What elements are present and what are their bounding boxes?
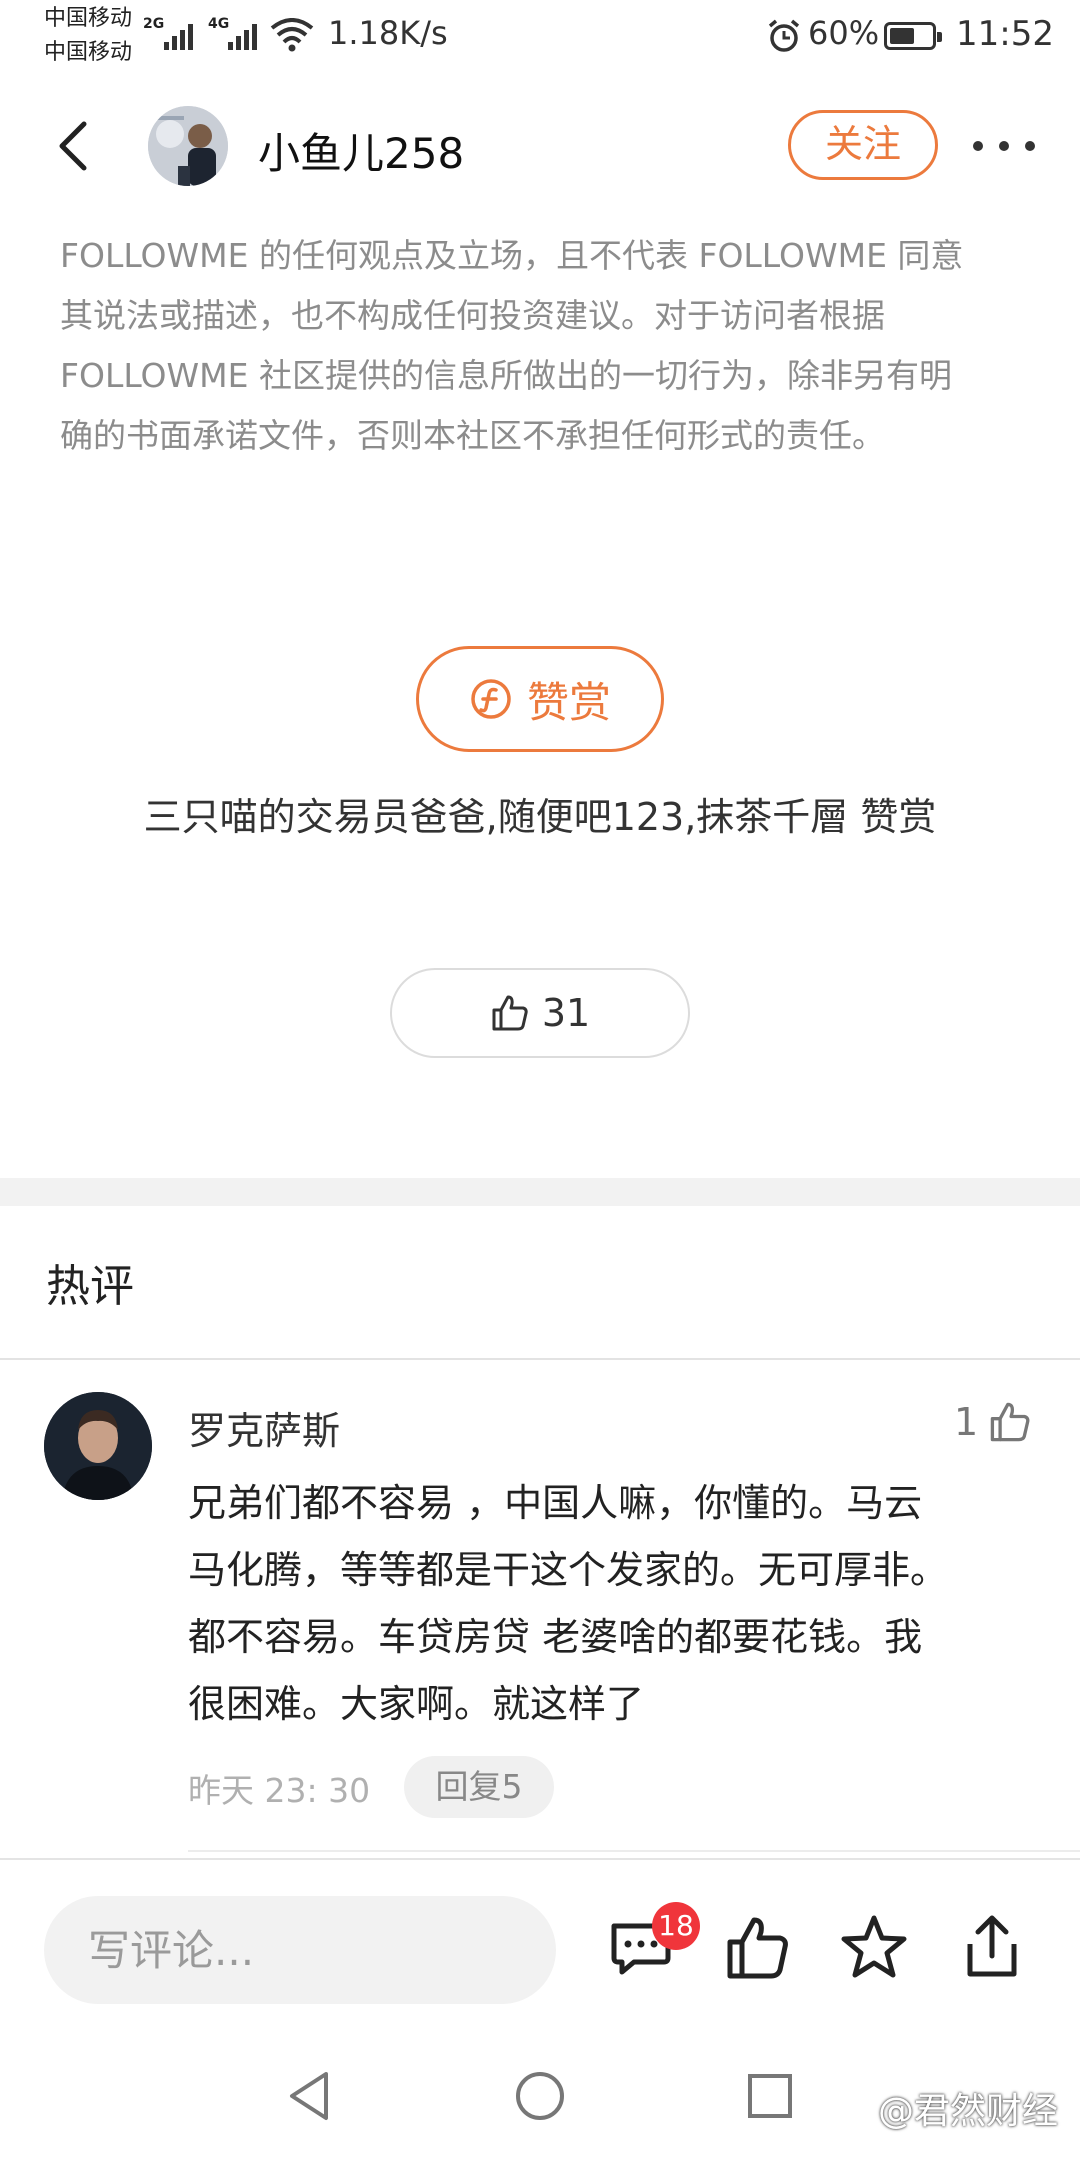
- battery-icon: [884, 22, 942, 50]
- nav-back-button[interactable]: [280, 2066, 340, 2126]
- battery-percent: 60%: [808, 14, 880, 52]
- nav-home-button[interactable]: [510, 2066, 570, 2126]
- tip-users-text: 三只喵的交易员爸爸,随便吧123,抹茶千層 赞赏: [143, 795, 937, 839]
- comment-time: 昨天 23: 30: [188, 1771, 371, 1810]
- comment-line: 都不容易。车贷房贷 老婆啥的都要花钱。我: [188, 1615, 923, 1659]
- disclaimer-text: FOLLOWME 的任何观点及立场，且不代表 FOLLOWME 同意 其说法或描…: [60, 226, 1030, 466]
- follow-button[interactable]: 关注: [788, 110, 938, 180]
- like-button[interactable]: 31: [390, 968, 690, 1058]
- nav-recent-icon: [748, 2074, 792, 2118]
- tip-button[interactable]: 赞赏: [416, 646, 664, 752]
- section-divider: [0, 1178, 1080, 1206]
- comment-line: 兄弟们都不容易 ，中国人嘛，你懂的。马云: [188, 1481, 923, 1525]
- disclaimer-line: FOLLOWME 的任何观点及立场，且不代表 FOLLOWME 同意: [60, 236, 964, 275]
- comment-like-count: 1: [954, 1400, 979, 1444]
- like-count: 31: [541, 991, 591, 1035]
- disclaimer-line: 其说法或描述，也不构成任何投资建议。对于访问者根据: [60, 296, 885, 335]
- alarm-icon: [768, 19, 800, 52]
- comment-avatar[interactable]: [44, 1392, 152, 1500]
- nav-recent-button[interactable]: [740, 2066, 800, 2126]
- bottom-action-bar: 18: [0, 1858, 1080, 2020]
- status-bar: 中国移动 中国移动 2G 4G 1.18K/s 60% 11:52: [0, 0, 1080, 72]
- comment-input[interactable]: [44, 1896, 556, 2004]
- disclaimer-line: 确的书面承诺文件，否则本社区不承担任何形式的责任。: [60, 416, 885, 455]
- back-arrow-icon: [59, 121, 87, 171]
- network-type-2: 4G: [208, 16, 230, 32]
- system-nav-bar: @君然财经: [0, 2040, 1080, 2160]
- hot-comments-title: 热评: [46, 1261, 134, 1312]
- like-article-button[interactable]: [720, 1910, 796, 1986]
- more-button[interactable]: [968, 126, 1040, 166]
- watermark-logo-icon: [842, 2094, 870, 2122]
- share-icon: [967, 1915, 1017, 1977]
- carrier-2-label: 中国移动: [44, 40, 133, 65]
- thumbs-up-icon: [727, 1917, 788, 1979]
- divider: [0, 1358, 1080, 1360]
- disclaimer-line: FOLLOWME 社区提供的信息所做出的一切行为，除非另有明: [60, 356, 952, 395]
- clock: 11:52: [956, 14, 1054, 54]
- net-speed: 1.18K/s: [328, 14, 448, 52]
- tip-label: 赞赏: [526, 677, 611, 727]
- thumbs-up-icon: [492, 995, 528, 1031]
- comment-like-button[interactable]: 1: [954, 1400, 1032, 1444]
- star-icon: [841, 1915, 907, 1978]
- thumbs-up-icon: [990, 1402, 1030, 1442]
- comment-line: 很困难。大家啊。就这样了: [188, 1682, 645, 1726]
- watermark: @君然财经: [838, 2082, 1058, 2134]
- comment-count-badge: 18: [652, 1902, 700, 1950]
- nav-back-icon: [290, 2072, 328, 2120]
- watermark-text: @君然财经: [878, 2091, 1059, 2132]
- comment-line: 马化腾，等等都是干这个发家的。无可厚非。: [188, 1548, 949, 1592]
- author-avatar[interactable]: [148, 106, 228, 186]
- author-name[interactable]: 小鱼儿258: [258, 120, 464, 181]
- signal-2-icon: [228, 20, 257, 50]
- network-type-1: 2G: [143, 16, 165, 32]
- reply-button[interactable]: 回复5: [404, 1756, 554, 1818]
- back-button[interactable]: [40, 106, 110, 186]
- favorite-button[interactable]: [836, 1910, 912, 1986]
- comment-username[interactable]: 罗克萨斯: [188, 1400, 340, 1455]
- article-page: 中国移动 中国移动 2G 4G 1.18K/s 60% 11:52 小鱼儿258…: [0, 0, 1080, 2160]
- carrier-1-label: 中国移动: [44, 6, 133, 31]
- share-button[interactable]: [954, 1910, 1030, 1986]
- signal-1-icon: [164, 20, 193, 50]
- article-header: 小鱼儿258 关注: [0, 96, 1080, 196]
- divider: [188, 1850, 1080, 1852]
- nav-home-icon: [516, 2072, 564, 2120]
- comment-body: 兄弟们都不容易 ，中国人嘛，你懂的。马云 马化腾，等等都是干这个发家的。无可厚非…: [188, 1470, 1048, 1738]
- more-dots-icon: [973, 141, 1035, 151]
- coin-icon: [471, 679, 511, 719]
- wifi-icon: [270, 18, 314, 52]
